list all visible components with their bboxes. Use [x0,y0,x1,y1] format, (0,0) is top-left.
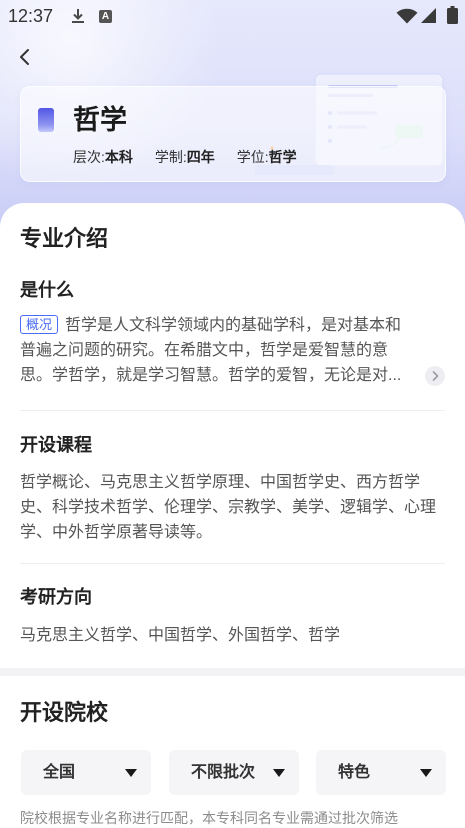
wifi-icon [396,8,418,24]
filter-feature-label: 特色 [338,764,371,781]
meta-level-value: 本科 [104,149,133,165]
meta-level-label: 层次: [73,149,105,165]
overview-paragraph: 概况 哲学是人文科学领域内的基础学科，是对基本和普遍之问题的研究。在希腊文中，哲学… [20,313,403,388]
signal-icon [421,8,436,23]
major-header-card: 哲学 层次:本科 学制:四年 学位:哲学 [20,86,446,182]
subsection-title-what: 是什么 [20,280,74,300]
divider [20,410,445,411]
postgrad-text: 马克思主义哲学、中国哲学、外国哲学、哲学 [20,627,341,644]
caret-down-icon [420,769,432,777]
overview-badge: 概况 [20,315,59,334]
meta-level: 层次:本科 [73,147,133,167]
chevron-right-icon [432,371,439,381]
meta-degree-label: 学位: [236,149,269,165]
filter-region-label: 全国 [43,764,76,781]
major-title: 哲学 [73,105,127,135]
overview-text: 哲学是人文科学领域内的基础学科，是对基本和普遍之问题的研究。在希腊文中，哲学是爱… [20,317,402,384]
meta-duration-value: 四年 [186,149,215,165]
a-letter-icon-glyph: A [101,11,110,22]
section-title-intro: 专业介绍 [20,226,109,251]
filter-feature-dropdown[interactable]: 特色 [316,750,446,795]
meta-degree-value: 哲学 [268,149,297,165]
subsection-title-postgrad: 考研方向 [20,587,92,607]
filter-batch-label: 不限批次 [191,764,256,781]
section-title-schools: 开设院校 [20,700,109,725]
filter-batch-dropdown[interactable]: 不限批次 [169,750,299,795]
battery-icon [447,6,458,24]
meta-duration: 学制:四年 [155,147,215,167]
filter-region-dropdown[interactable]: 全国 [21,750,151,795]
major-badge-icon [38,108,54,132]
meta-degree: 学位:哲学 [237,147,297,167]
content-panel: 专业介绍 是什么 概况 哲学是人文科学领域内的基础学科，是对基本和普遍之问题的研究… [0,203,465,828]
subsection-title-courses: 开设课程 [20,435,92,455]
major-meta: 层次:本科 学制:四年 学位:哲学 [73,147,297,167]
caret-down-icon [273,769,285,777]
section-separator [0,668,465,676]
a-letter-icon: A [99,10,112,23]
back-arrow-icon[interactable] [18,48,34,66]
status-time: 12:37 [8,6,54,26]
divider [20,563,445,564]
caret-down-icon [125,769,137,777]
courses-text: 哲学概论、马克思主义哲学原理、中国哲学史、西方哲学史、科学技术哲学、伦理学、宗教… [20,474,437,541]
download-icon [70,8,86,24]
expand-overview-button[interactable] [425,366,445,386]
schools-note: 院校根据专业名称进行匹配，本专科同名专业需通过批次筛选 [20,810,398,826]
meta-duration-label: 学制: [154,149,187,165]
